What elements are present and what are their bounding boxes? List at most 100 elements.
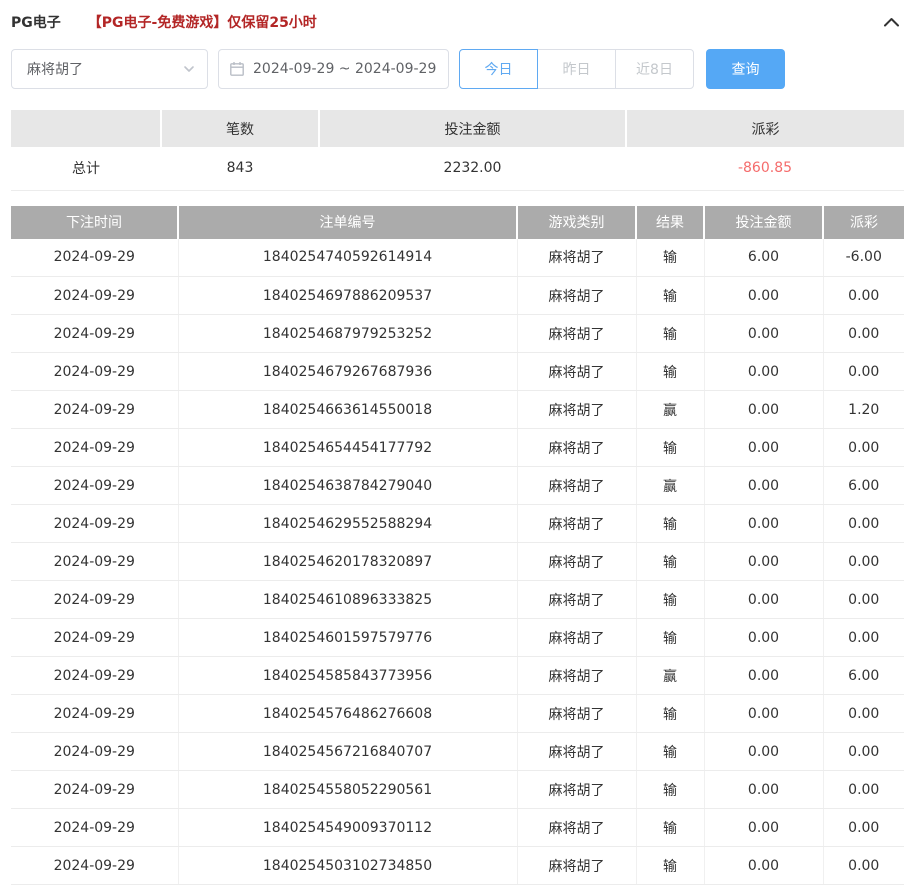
bet-number-cell: 1840254629552588294 (178, 505, 517, 543)
bet-date-cell: 2024-09-29 (11, 695, 178, 733)
summary-header-row: 笔数 投注金额 派彩 (11, 110, 904, 147)
payout-cell: 0.00 (823, 543, 904, 581)
bet-date-cell: 2024-09-29 (11, 467, 178, 505)
payout-cell: 0.00 (823, 429, 904, 467)
bet-amount-cell: 0.00 (704, 277, 823, 315)
bet-number-cell: 1840254585843773956 (178, 657, 517, 695)
bet-date-cell: 2024-09-29 (11, 315, 178, 353)
bet-date-cell: 2024-09-29 (11, 619, 178, 657)
result-cell: 输 (636, 733, 704, 771)
bet-amount-cell: 0.00 (704, 543, 823, 581)
game-type-cell: 麻将胡了 (517, 277, 636, 315)
bet-date-cell: 2024-09-29 (11, 581, 178, 619)
bet-amount-cell: 0.00 (704, 581, 823, 619)
result-cell: 输 (636, 239, 704, 277)
table-row: 2024-09-29 1840254585843773956 麻将胡了 赢 0.… (11, 657, 904, 695)
col-header-bet-time: 下注时间 (11, 206, 178, 239)
bet-amount-cell: 0.00 (704, 315, 823, 353)
game-type-cell: 麻将胡了 (517, 809, 636, 847)
game-select[interactable]: 麻将胡了 (11, 49, 208, 89)
table-row: 2024-09-29 1840254601597579776 麻将胡了 输 0.… (11, 619, 904, 657)
result-cell: 输 (636, 809, 704, 847)
table-row: 2024-09-29 1840254610896333825 麻将胡了 输 0.… (11, 581, 904, 619)
summary-total-count: 843 (161, 147, 319, 190)
bet-number-cell: 1840254679267687936 (178, 353, 517, 391)
summary-header-payout: 派彩 (626, 110, 904, 147)
summary-total-payout: -860.85 (626, 147, 904, 190)
payout-cell: 0.00 (823, 809, 904, 847)
summary-header-amount: 投注金额 (319, 110, 626, 147)
payout-cell: 0.00 (823, 581, 904, 619)
col-header-game-type: 游戏类别 (517, 206, 636, 239)
filter-bar: 麻将胡了 2024-09-29 ~ 2024-09-29 今日 昨日 (11, 49, 904, 89)
col-header-bet-number: 注单编号 (178, 206, 517, 239)
table-row: 2024-09-29 1840254620178320897 麻将胡了 输 0.… (11, 543, 904, 581)
bet-number-cell: 1840254503102734850 (178, 847, 517, 885)
result-cell: 赢 (636, 391, 704, 429)
payout-cell: 0.00 (823, 733, 904, 771)
bet-amount-cell: 0.00 (704, 695, 823, 733)
summary-header-count: 笔数 (161, 110, 319, 147)
result-cell: 输 (636, 543, 704, 581)
chevron-up-icon[interactable] (879, 12, 904, 32)
game-type-cell: 麻将胡了 (517, 467, 636, 505)
game-type-cell: 麻将胡了 (517, 239, 636, 277)
table-row: 2024-09-29 1840254549009370112 麻将胡了 输 0.… (11, 809, 904, 847)
bet-date-cell: 2024-09-29 (11, 733, 178, 771)
quick-last8days-button[interactable]: 近8日 (615, 49, 694, 89)
payout-cell: 6.00 (823, 467, 904, 505)
bet-number-cell: 1840254663614550018 (178, 391, 517, 429)
query-button[interactable]: 查询 (706, 49, 785, 89)
table-row: 2024-09-29 1840254629552588294 麻将胡了 输 0.… (11, 505, 904, 543)
game-type-cell: 麻将胡了 (517, 657, 636, 695)
payout-cell: 6.00 (823, 657, 904, 695)
bet-amount-cell: 0.00 (704, 771, 823, 809)
bet-date-cell: 2024-09-29 (11, 847, 178, 885)
table-row: 2024-09-29 1840254558052290561 麻将胡了 输 0.… (11, 771, 904, 809)
bet-number-cell: 1840254610896333825 (178, 581, 517, 619)
payout-cell: 0.00 (823, 619, 904, 657)
table-row: 2024-09-29 1840254740592614914 麻将胡了 输 6.… (11, 239, 904, 277)
bet-date-cell: 2024-09-29 (11, 657, 178, 695)
result-cell: 输 (636, 619, 704, 657)
result-cell: 赢 (636, 467, 704, 505)
bet-date-cell: 2024-09-29 (11, 543, 178, 581)
bet-amount-cell: 0.00 (704, 391, 823, 429)
table-row: 2024-09-29 1840254654454177792 麻将胡了 输 0.… (11, 429, 904, 467)
bet-table: 下注时间 注单编号 游戏类别 结果 投注金额 派彩 2024-09-29 184… (11, 206, 904, 885)
result-cell: 输 (636, 771, 704, 809)
quick-yesterday-button[interactable]: 昨日 (537, 49, 616, 89)
result-cell: 输 (636, 847, 704, 885)
result-cell: 输 (636, 277, 704, 315)
top-bar: PG电子 【PG电子-免费游戏】仅保留25小时 (11, 0, 904, 42)
bet-number-cell: 1840254687979253252 (178, 315, 517, 353)
notice-text: 【PG电子-免费游戏】仅保留25小时 (88, 12, 317, 32)
bet-date-cell: 2024-09-29 (11, 771, 178, 809)
payout-cell: 1.20 (823, 391, 904, 429)
bet-number-cell: 1840254567216840707 (178, 733, 517, 771)
table-row: 2024-09-29 1840254576486276608 麻将胡了 输 0.… (11, 695, 904, 733)
table-row: 2024-09-29 1840254697886209537 麻将胡了 输 0.… (11, 277, 904, 315)
bet-amount-cell: 6.00 (704, 239, 823, 277)
bet-date-cell: 2024-09-29 (11, 505, 178, 543)
table-row: 2024-09-29 1840254663614550018 麻将胡了 赢 0.… (11, 391, 904, 429)
bet-records-panel: PG电子 【PG电子-免费游戏】仅保留25小时 麻将胡了 (0, 0, 915, 885)
game-type-cell: 麻将胡了 (517, 429, 636, 467)
result-cell: 输 (636, 581, 704, 619)
chevron-down-icon (183, 63, 195, 75)
bet-amount-cell: 0.00 (704, 619, 823, 657)
date-range-picker[interactable]: 2024-09-29 ~ 2024-09-29 (218, 49, 449, 89)
bet-amount-cell: 0.00 (704, 429, 823, 467)
quick-today-button[interactable]: 今日 (459, 49, 538, 89)
bet-date-cell: 2024-09-29 (11, 239, 178, 277)
result-cell: 赢 (636, 657, 704, 695)
game-type-cell: 麻将胡了 (517, 619, 636, 657)
payout-cell: -6.00 (823, 239, 904, 277)
payout-cell: 0.00 (823, 353, 904, 391)
bet-amount-cell: 0.00 (704, 467, 823, 505)
bet-amount-cell: 0.00 (704, 809, 823, 847)
calendar-icon (229, 61, 245, 77)
game-type-cell: 麻将胡了 (517, 391, 636, 429)
bet-date-cell: 2024-09-29 (11, 429, 178, 467)
page-title: PG电子 (11, 12, 61, 32)
